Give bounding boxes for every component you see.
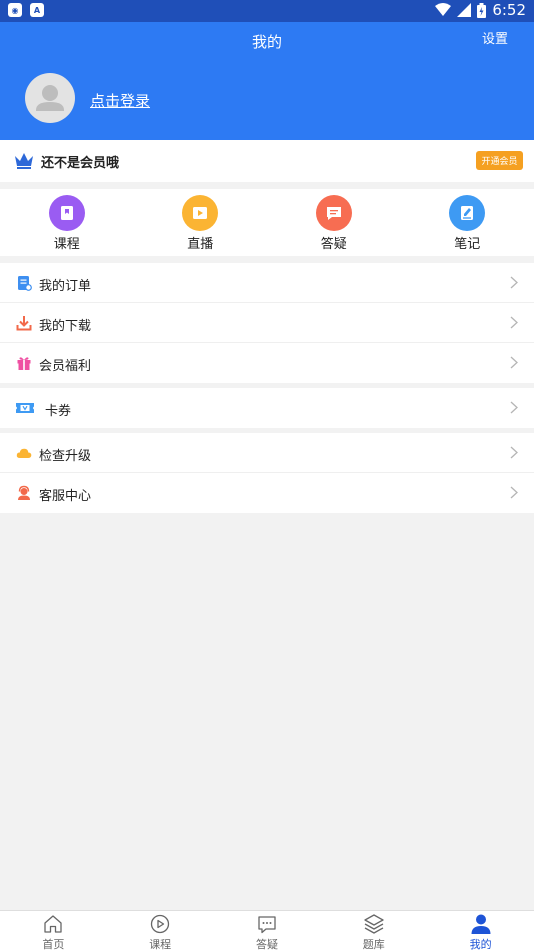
tab-label: 首页 xyxy=(42,938,65,950)
camera-app-icon: ◉ xyxy=(8,3,22,17)
menu-item-orders[interactable]: 我的订单 xyxy=(0,263,534,303)
tab-qa[interactable]: 答疑 xyxy=(214,911,321,950)
chat-bubble-icon xyxy=(315,195,352,231)
quick-action-label: 笔记 xyxy=(454,237,481,252)
crown-icon xyxy=(15,153,33,169)
menu-item-label: 我的订单 xyxy=(39,279,92,294)
tab-mine[interactable]: 我的 xyxy=(427,911,534,950)
quick-action-course[interactable]: 课程 xyxy=(0,189,134,256)
chevron-right-icon xyxy=(510,446,518,459)
note-pen-icon xyxy=(449,195,486,231)
menu-item-check-update[interactable]: 检查升级 xyxy=(0,433,534,473)
menu-item-customer-service[interactable]: 客服中心 xyxy=(0,473,534,513)
open-vip-button[interactable]: 开通会员 xyxy=(476,151,523,170)
status-bar: ◉ A 6:52 xyxy=(0,0,534,22)
gift-icon xyxy=(17,357,31,370)
menu-item-label: 我的下载 xyxy=(39,319,92,334)
bottom-tab-bar: 首页 课程 答疑 题库 我的 xyxy=(0,910,534,950)
signal-icon xyxy=(457,3,472,17)
tab-course[interactable]: 课程 xyxy=(107,911,214,950)
default-user-icon xyxy=(36,85,64,111)
menu-item-label: 检查升级 xyxy=(39,449,92,464)
menu-item-label: 客服中心 xyxy=(39,489,92,504)
menu-group-account: 我的订单 我的下载 会员福利 xyxy=(0,263,534,383)
home-icon xyxy=(44,915,63,933)
quick-action-notes[interactable]: 笔记 xyxy=(401,189,534,256)
quick-action-qa[interactable]: 答疑 xyxy=(267,189,401,256)
cloud-icon xyxy=(16,448,32,458)
person-icon xyxy=(471,914,491,934)
wifi-icon xyxy=(435,3,452,16)
menu-item-vip-benefits[interactable]: 会员福利 xyxy=(0,343,534,383)
quick-action-live[interactable]: 直播 xyxy=(134,189,268,256)
battery-icon xyxy=(477,2,487,18)
play-circle-icon xyxy=(151,914,170,934)
tab-label: 课程 xyxy=(149,938,172,950)
chevron-right-icon xyxy=(510,401,518,414)
quick-action-label: 答疑 xyxy=(320,237,347,252)
chevron-right-icon xyxy=(510,356,518,369)
page-title: 我的 xyxy=(251,33,282,51)
chevron-right-icon xyxy=(510,316,518,329)
avatar[interactable] xyxy=(25,73,75,123)
tab-question-bank[interactable]: 题库 xyxy=(320,911,427,950)
tab-label: 题库 xyxy=(362,938,385,950)
menu-group-support: 检查升级 客服中心 xyxy=(0,433,534,513)
profile-header: 我的 设置 点击登录 xyxy=(0,22,534,140)
layers-icon xyxy=(364,914,384,934)
menu-item-label: 会员福利 xyxy=(39,359,92,374)
tab-home[interactable]: 首页 xyxy=(0,911,107,950)
download-icon xyxy=(16,316,32,331)
quick-actions: 课程 直播 答疑 笔记 xyxy=(0,189,534,256)
menu-group-coupons: 卡券 xyxy=(0,388,534,428)
course-book-icon xyxy=(48,195,85,231)
a-app-icon: A xyxy=(30,3,44,17)
menu-item-label: 卡券 xyxy=(45,404,72,419)
tab-label: 我的 xyxy=(469,938,492,950)
status-time: 6:52 xyxy=(492,1,526,19)
settings-button[interactable]: 设置 xyxy=(482,28,508,47)
quick-action-label: 课程 xyxy=(53,237,80,252)
login-link[interactable]: 点击登录 xyxy=(90,90,150,111)
menu-item-coupons[interactable]: 卡券 xyxy=(0,388,534,428)
chevron-right-icon xyxy=(510,276,518,289)
service-agent-icon xyxy=(18,485,30,500)
chat-icon xyxy=(258,916,276,934)
chevron-right-icon xyxy=(510,486,518,499)
quick-action-label: 直播 xyxy=(187,237,214,252)
tab-label: 答疑 xyxy=(255,938,278,950)
vip-banner: 还不是会员哦 开通会员 xyxy=(0,140,534,182)
menu-item-downloads[interactable]: 我的下载 xyxy=(0,303,534,343)
live-play-icon xyxy=(182,195,219,231)
coupon-icon xyxy=(16,403,34,413)
order-icon xyxy=(18,276,32,291)
vip-status-text: 还不是会员哦 xyxy=(41,156,120,171)
